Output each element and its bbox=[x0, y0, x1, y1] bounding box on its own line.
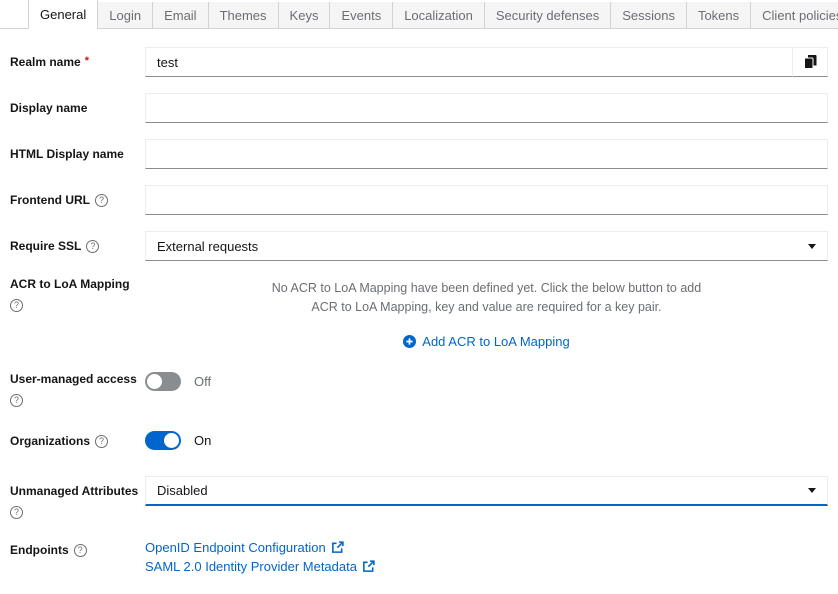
add-acr-button-label: Add ACR to LoA Mapping bbox=[422, 334, 569, 349]
tab-general[interactable]: General bbox=[28, 0, 98, 29]
external-link-icon bbox=[331, 541, 344, 554]
endpoints-label: Endpoints ? bbox=[10, 539, 145, 558]
unmanaged-attributes-label-text: Unmanaged Attributes bbox=[10, 484, 138, 499]
display-name-label: Display name bbox=[10, 93, 145, 116]
organizations-row: Organizations ? On bbox=[10, 431, 828, 450]
frontend-url-label-text: Frontend URL bbox=[10, 193, 90, 208]
external-link-icon bbox=[362, 560, 375, 573]
organizations-state: On bbox=[194, 433, 211, 448]
tab-client-policies[interactable]: Client policies bbox=[751, 2, 838, 29]
openid-endpoint-configuration-link[interactable]: OpenID Endpoint Configuration bbox=[145, 540, 344, 555]
tab-security-defenses[interactable]: Security defenses bbox=[485, 2, 611, 29]
realm-name-input[interactable] bbox=[145, 47, 792, 77]
require-ssl-field: External requests bbox=[145, 231, 828, 261]
toggle-knob bbox=[147, 374, 162, 389]
unmanaged-attributes-field: Disabled bbox=[145, 476, 828, 506]
unmanaged-attributes-row: Unmanaged Attributes ? Disabled bbox=[10, 476, 828, 519]
tabbar-spacer bbox=[0, 0, 28, 29]
copy-icon bbox=[804, 55, 817, 69]
openid-link-label: OpenID Endpoint Configuration bbox=[145, 540, 326, 555]
frontend-url-field bbox=[145, 185, 828, 215]
user-managed-access-toggle[interactable] bbox=[145, 372, 181, 391]
tab-keys[interactable]: Keys bbox=[279, 2, 331, 29]
user-managed-access-field: Off bbox=[145, 372, 828, 391]
question-circle-icon[interactable]: ? bbox=[74, 544, 87, 557]
frontend-url-row: Frontend URL ? bbox=[10, 185, 828, 215]
acr-empty-state-text: No ACR to LoA Mapping have been defined … bbox=[272, 279, 702, 317]
display-name-row: Display name bbox=[10, 93, 828, 123]
unmanaged-attributes-select[interactable]: Disabled bbox=[145, 476, 828, 506]
organizations-field: On bbox=[145, 431, 828, 450]
organizations-label: Organizations ? bbox=[10, 431, 145, 449]
tab-localization[interactable]: Localization bbox=[393, 2, 485, 29]
realm-name-input-group bbox=[145, 47, 828, 77]
realm-name-label-text: Realm name bbox=[10, 55, 81, 69]
tab-events[interactable]: Events bbox=[330, 2, 393, 29]
html-display-name-row: HTML Display name bbox=[10, 139, 828, 169]
html-display-name-input[interactable] bbox=[145, 139, 828, 169]
copy-button[interactable] bbox=[792, 47, 828, 77]
frontend-url-label: Frontend URL ? bbox=[10, 185, 145, 208]
saml-link-label: SAML 2.0 Identity Provider Metadata bbox=[145, 559, 357, 574]
realm-name-label: Realm name * bbox=[10, 47, 145, 71]
acr-loa-mapping-empty-state: No ACR to LoA Mapping have been defined … bbox=[145, 277, 828, 350]
general-settings-form: Realm name * Display name bbox=[0, 29, 838, 574]
require-ssl-select[interactable]: External requests bbox=[145, 231, 828, 261]
acr-loa-mapping-row: ACR to LoA Mapping ? No ACR to LoA Mappi… bbox=[10, 277, 828, 350]
realm-name-row: Realm name * bbox=[10, 47, 828, 77]
required-asterisk: * bbox=[85, 55, 89, 67]
display-name-input[interactable] bbox=[145, 93, 828, 123]
tab-login[interactable]: Login bbox=[98, 2, 153, 29]
unmanaged-attributes-selected-value: Disabled bbox=[157, 483, 208, 498]
display-name-field bbox=[145, 93, 828, 123]
user-managed-access-label: User-managed access ? bbox=[10, 372, 145, 407]
chevron-down-icon bbox=[808, 244, 816, 249]
html-display-name-label: HTML Display name bbox=[10, 139, 145, 162]
endpoints-links: OpenID Endpoint Configuration SAML 2.0 I… bbox=[145, 539, 828, 574]
tab-email[interactable]: Email bbox=[153, 2, 209, 29]
acr-loa-mapping-label: ACR to LoA Mapping ? bbox=[10, 277, 145, 312]
question-circle-icon[interactable]: ? bbox=[86, 240, 99, 253]
saml-metadata-link[interactable]: SAML 2.0 Identity Provider Metadata bbox=[145, 559, 375, 574]
unmanaged-attributes-label: Unmanaged Attributes ? bbox=[10, 476, 145, 519]
acr-loa-mapping-label-text: ACR to LoA Mapping bbox=[10, 277, 130, 292]
realm-name-field bbox=[145, 47, 828, 77]
tab-tokens[interactable]: Tokens bbox=[687, 2, 751, 29]
question-circle-icon[interactable]: ? bbox=[10, 506, 23, 519]
html-display-name-field bbox=[145, 139, 828, 169]
require-ssl-label: Require SSL ? bbox=[10, 231, 145, 254]
frontend-url-input[interactable] bbox=[145, 185, 828, 215]
user-managed-access-row: User-managed access ? Off bbox=[10, 372, 828, 407]
require-ssl-selected-value: External requests bbox=[157, 239, 258, 254]
realm-settings-tabbar: General Login Email Themes Keys Events L… bbox=[0, 0, 838, 29]
plus-circle-icon bbox=[403, 335, 416, 348]
chevron-down-icon bbox=[808, 488, 816, 493]
user-managed-access-state: Off bbox=[194, 374, 211, 389]
organizations-toggle[interactable] bbox=[145, 431, 181, 450]
organizations-label-text: Organizations bbox=[10, 434, 90, 449]
add-acr-loa-mapping-button[interactable]: Add ACR to LoA Mapping bbox=[397, 333, 575, 350]
tab-themes[interactable]: Themes bbox=[209, 2, 279, 29]
endpoints-label-text: Endpoints bbox=[10, 543, 69, 558]
require-ssl-row: Require SSL ? External requests bbox=[10, 231, 828, 261]
question-circle-icon[interactable]: ? bbox=[95, 194, 108, 207]
user-managed-access-label-text: User-managed access bbox=[10, 372, 137, 387]
question-circle-icon[interactable]: ? bbox=[10, 299, 23, 312]
require-ssl-label-text: Require SSL bbox=[10, 239, 81, 254]
endpoints-row: Endpoints ? OpenID Endpoint Configuratio… bbox=[10, 539, 828, 574]
toggle-knob bbox=[164, 433, 179, 448]
tab-sessions[interactable]: Sessions bbox=[611, 2, 687, 29]
question-circle-icon[interactable]: ? bbox=[10, 394, 23, 407]
question-circle-icon[interactable]: ? bbox=[95, 435, 108, 448]
